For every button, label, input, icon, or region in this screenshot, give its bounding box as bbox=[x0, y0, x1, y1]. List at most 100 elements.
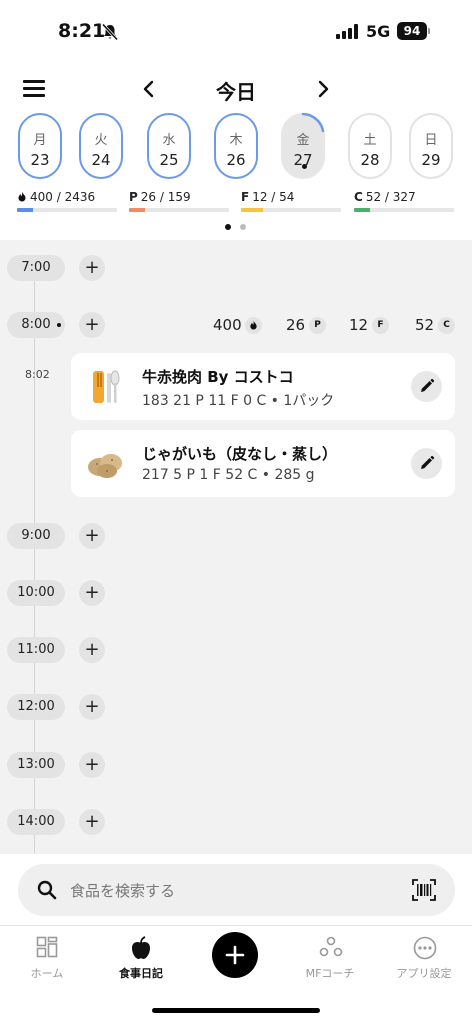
day-date: 29 bbox=[421, 151, 441, 169]
macro-carbs-bar bbox=[354, 208, 454, 212]
macro-fat-letter: F bbox=[241, 190, 250, 204]
tab-app-settings[interactable]: アプリ設定 bbox=[384, 936, 464, 984]
day-date: 23 bbox=[30, 151, 50, 169]
flame-icon bbox=[245, 317, 262, 334]
total-calories: 400 bbox=[213, 316, 242, 334]
food-entry-card[interactable]: 牛赤挽肉 By コストコ 183 21 P 11 F 0 C • 1パック bbox=[71, 353, 455, 420]
tab-label: ホーム bbox=[30, 967, 64, 980]
pencil-icon bbox=[421, 378, 435, 392]
signal-icon bbox=[336, 24, 360, 39]
day-date: 24 bbox=[91, 151, 111, 169]
fat-badge: F bbox=[372, 317, 389, 334]
day-date: 28 bbox=[360, 151, 380, 169]
day-weekday: 木 bbox=[229, 133, 243, 148]
macro-protein-letter: P bbox=[129, 190, 138, 204]
macro-protein-bar-fill bbox=[129, 208, 146, 212]
tab-bar-divider bbox=[0, 925, 472, 926]
chevron-left-icon[interactable] bbox=[139, 79, 159, 99]
battery-tip bbox=[428, 28, 430, 34]
day-pill-sat[interactable]: 土 28 bbox=[348, 113, 392, 179]
grid-icon bbox=[36, 936, 58, 958]
hour-chip[interactable]: 12:00 bbox=[7, 694, 65, 720]
protein-badge: P bbox=[309, 317, 326, 334]
status-time: 8:21 bbox=[58, 20, 106, 42]
carbs-badge: C bbox=[438, 317, 455, 334]
meal-time: 8:02 bbox=[25, 368, 50, 381]
hour-chip[interactable]: 13:00 bbox=[7, 752, 65, 778]
macro-protein-text: 26 / 159 bbox=[140, 190, 191, 204]
chevron-right-icon[interactable] bbox=[313, 79, 333, 99]
hour-chip[interactable]: 9:00 bbox=[7, 523, 65, 549]
add-meal-plus-icon[interactable]: + bbox=[79, 694, 105, 720]
page-title: 今日 bbox=[216, 80, 256, 104]
day-pill-wed[interactable]: 水 25 bbox=[147, 113, 191, 179]
page-dot-active bbox=[225, 224, 231, 230]
tab-home[interactable]: ホーム bbox=[7, 936, 87, 984]
macro-fat-text: 12 / 54 bbox=[252, 190, 295, 204]
hour-chip[interactable]: 10:00 bbox=[7, 580, 65, 606]
total-fat: 12 bbox=[349, 316, 369, 334]
search-icon bbox=[37, 880, 57, 900]
food-name: じゃがいも（皮なし・蒸し） bbox=[142, 445, 338, 463]
hour-chip[interactable]: 11:00 bbox=[7, 637, 65, 663]
macro-calories: 400 / 2436 bbox=[17, 190, 117, 212]
flame-icon bbox=[18, 191, 26, 202]
potato-icon bbox=[88, 454, 122, 478]
macro-fat: F 12 / 54 bbox=[241, 190, 341, 212]
tab-label: MFコーチ bbox=[305, 967, 355, 980]
day-pill-mon[interactable]: 月 23 bbox=[18, 113, 62, 179]
apple-icon bbox=[132, 936, 150, 959]
macro-carbs-letter: C bbox=[354, 190, 363, 204]
add-meal-plus-icon[interactable]: + bbox=[79, 523, 105, 549]
food-search-bar[interactable]: 食品を検索する bbox=[18, 864, 455, 916]
hour-chip[interactable]: 7:00 bbox=[7, 255, 65, 281]
battery-icon: 94 bbox=[397, 22, 427, 40]
tab-mf-coach[interactable]: MFコーチ bbox=[290, 936, 370, 984]
search-placeholder: 食品を検索する bbox=[70, 882, 176, 900]
bell-muted-icon bbox=[101, 23, 119, 41]
home-indicator bbox=[152, 1008, 320, 1013]
total-protein: 26 bbox=[286, 316, 306, 334]
day-weekday: 水 bbox=[162, 133, 176, 148]
day-weekday: 火 bbox=[94, 133, 108, 148]
page-dot bbox=[240, 224, 246, 230]
more-icon bbox=[413, 936, 437, 960]
day-pill-sun[interactable]: 日 29 bbox=[409, 113, 453, 179]
add-button[interactable] bbox=[212, 932, 258, 978]
add-meal-plus-icon[interactable]: + bbox=[79, 255, 105, 281]
total-carbs: 52 bbox=[415, 316, 435, 334]
add-meal-plus-icon[interactable]: + bbox=[79, 580, 105, 606]
tab-label: 食事日記 bbox=[119, 967, 163, 980]
utensils-icon bbox=[93, 370, 120, 403]
macro-carbs-text: 52 / 327 bbox=[365, 190, 416, 204]
edit-button[interactable] bbox=[411, 371, 442, 402]
pencil-icon bbox=[421, 455, 435, 469]
add-meal-plus-icon[interactable]: + bbox=[79, 312, 105, 338]
macro-calories-bar-fill bbox=[17, 208, 34, 212]
hour-label: 8:00 bbox=[21, 317, 51, 332]
day-pill-tue[interactable]: 火 24 bbox=[79, 113, 123, 179]
day-date: 26 bbox=[226, 151, 246, 169]
day-weekday: 日 bbox=[424, 133, 438, 148]
day-pill-thu[interactable]: 木 26 bbox=[214, 113, 258, 179]
macro-protein-bar bbox=[129, 208, 229, 212]
day-weekday: 土 bbox=[363, 133, 377, 148]
barcode-scan-icon[interactable] bbox=[412, 879, 436, 901]
macro-calories-bar bbox=[17, 208, 117, 212]
menu-icon[interactable] bbox=[23, 80, 45, 98]
plus-icon bbox=[225, 945, 245, 965]
food-detail: 217 5 P 1 F 52 C • 285 g bbox=[142, 467, 315, 483]
network-label: 5G bbox=[366, 22, 391, 41]
tab-label: アプリ設定 bbox=[396, 967, 452, 980]
food-entry-card[interactable]: じゃがいも（皮なし・蒸し） 217 5 P 1 F 52 C • 285 g bbox=[71, 430, 455, 497]
hour-chip[interactable]: 14:00 bbox=[7, 809, 65, 835]
add-meal-plus-icon[interactable]: + bbox=[79, 752, 105, 778]
edit-button[interactable] bbox=[411, 448, 442, 479]
day-weekday: 金 bbox=[296, 133, 310, 148]
macro-carbs-bar-fill bbox=[354, 208, 370, 212]
day-pill-fri-selected[interactable]: 金 27 bbox=[281, 113, 325, 179]
add-meal-plus-icon[interactable]: + bbox=[79, 637, 105, 663]
tab-food-diary[interactable]: 食事日記 bbox=[101, 936, 181, 984]
add-meal-plus-icon[interactable]: + bbox=[79, 809, 105, 835]
current-hour-dot bbox=[57, 323, 61, 327]
